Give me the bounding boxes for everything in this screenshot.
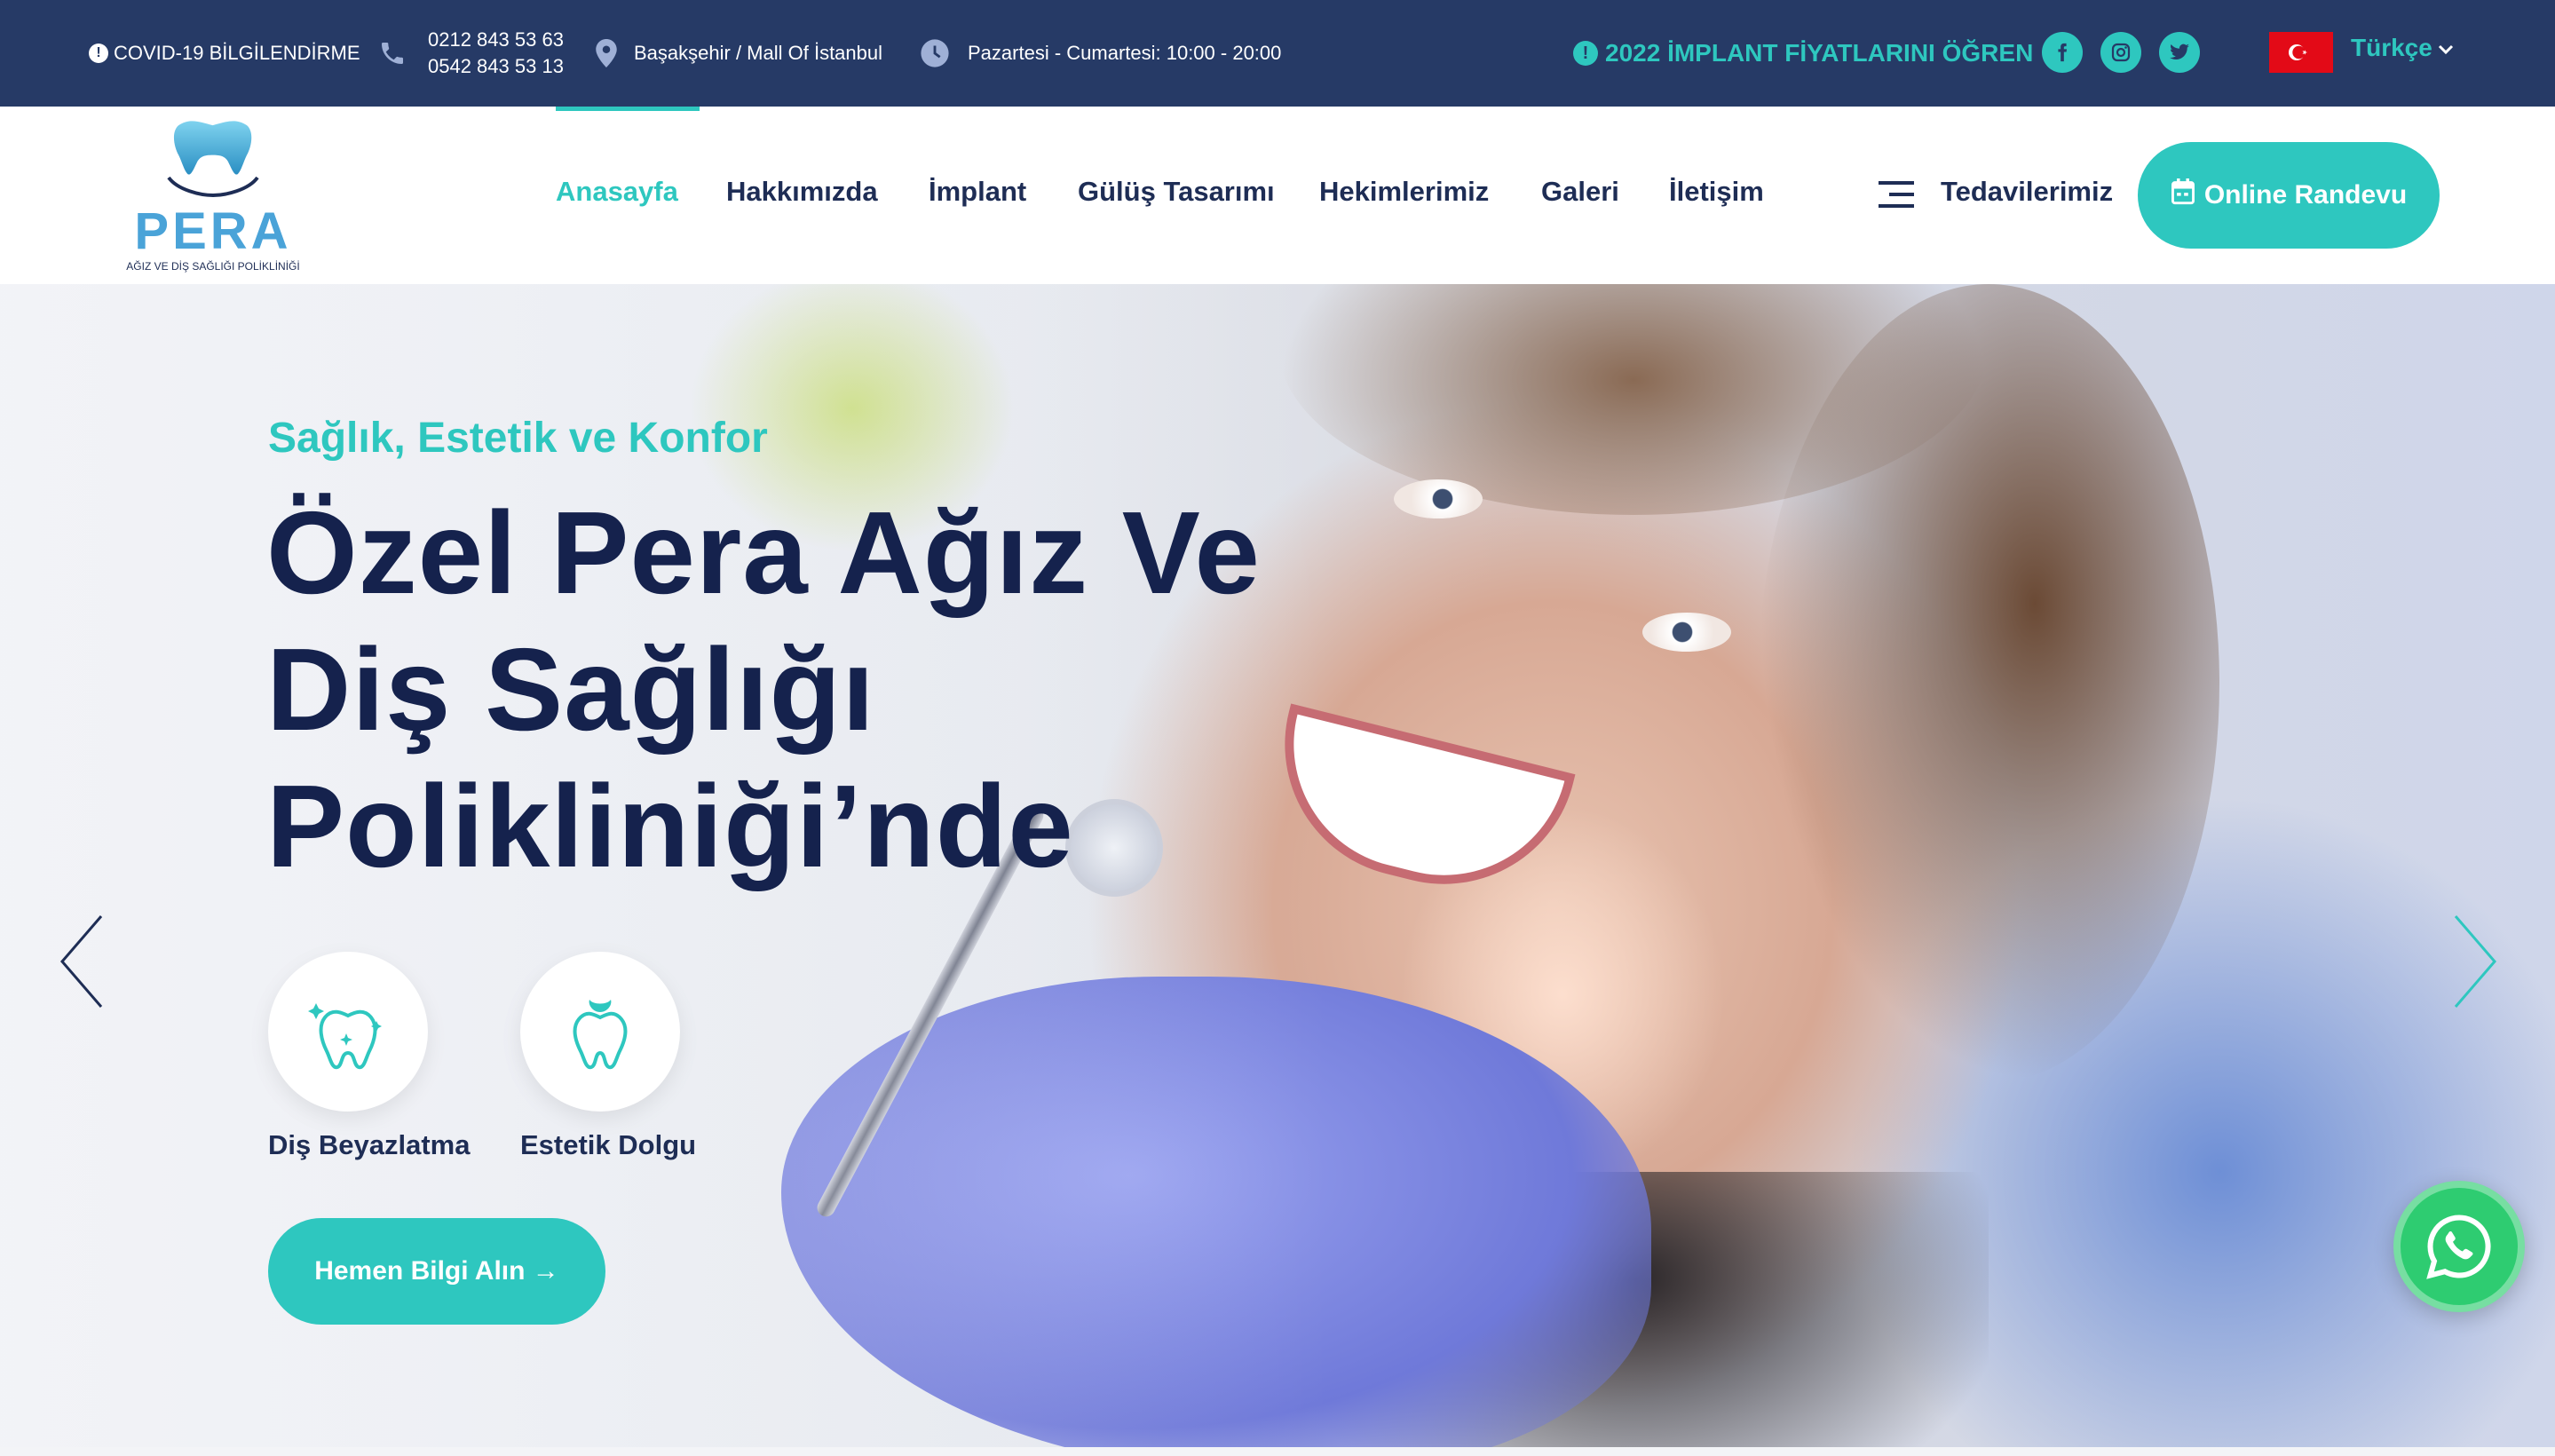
nav-item-galeri[interactable]: Galeri <box>1541 176 1619 208</box>
nav-item-hakkimizda[interactable]: Hakkımızda <box>726 176 878 208</box>
svg-text:AĞIZ VE DİŞ SAĞLIĞI POLİKLİNİĞ: AĞIZ VE DİŞ SAĞLIĞI POLİKLİNİĞİ <box>126 259 299 273</box>
feature-whitening-label: Diş Beyazlatma <box>268 1129 471 1160</box>
alert-icon: ! <box>1573 41 1598 66</box>
feature-whitening-icon[interactable] <box>268 952 428 1112</box>
hours-info: Pazartesi - Cumartesi: 10:00 - 20:00 <box>920 0 1281 107</box>
treatments-menu-button[interactable]: Tedavilerimiz <box>1941 176 2113 208</box>
hamburger-menu-icon[interactable] <box>1879 181 1918 208</box>
nav-item-iletisim[interactable]: İletişim <box>1669 176 1764 208</box>
feature-aesthetic-filling-icon[interactable] <box>520 952 680 1112</box>
hero-photo-eye <box>1642 613 1731 652</box>
turkish-flag-icon[interactable] <box>2269 32 2333 73</box>
nav-item-anasayfa[interactable]: Anasayfa <box>556 176 678 208</box>
online-appointment-button[interactable]: Online Randevu <box>2138 142 2440 249</box>
facebook-icon[interactable] <box>2042 32 2083 73</box>
slider-prev-arrow-icon[interactable] <box>57 913 107 1010</box>
twitter-icon[interactable] <box>2159 32 2200 73</box>
location-pin-icon <box>595 39 618 67</box>
tooth-logo-icon: PERA AĞIZ VE DİŞ SAĞLIĞI POLİKLİNİĞİ <box>126 121 300 273</box>
slider-next-arrow-icon[interactable] <box>2450 913 2500 1010</box>
location-info[interactable]: Başakşehir / Mall Of İstanbul <box>595 0 882 107</box>
online-appointment-label: Online Randevu <box>2203 180 2408 210</box>
phone-number-1[interactable]: 0212 843 53 63 <box>428 27 564 53</box>
page-bottom-strip <box>0 1447 2555 1456</box>
language-selector[interactable]: Türkçe <box>2351 34 2454 62</box>
nav-item-hekimlerimiz[interactable]: Hekimlerimiz <box>1319 176 1489 208</box>
location-label: Başakşehir / Mall Of İstanbul <box>634 42 883 64</box>
phone-number-2[interactable]: 0542 843 53 13 <box>428 53 564 80</box>
top-bar: ! COVID-19 BİLGİLENDİRME 0212 843 53 63 … <box>0 0 2555 107</box>
hero-headline: Özel Pera Ağız Ve Diş Sağlığı Polikliniğ… <box>266 487 1261 891</box>
pera-logo[interactable]: PERA AĞIZ VE DİŞ SAĞLIĞI POLİKLİNİĞİ <box>114 115 312 275</box>
nav-item-implant[interactable]: İmplant <box>929 176 1026 208</box>
feature-aesthetic-filling-label: Estetik Dolgu <box>520 1129 697 1160</box>
alert-icon: ! <box>89 44 108 63</box>
covid-info-link[interactable]: ! COVID-19 BİLGİLENDİRME <box>89 0 360 107</box>
phone-info[interactable]: 0212 843 53 63 0542 843 53 13 <box>378 0 564 107</box>
hours-label: Pazartesi - Cumartesi: 10:00 - 20:00 <box>968 42 1282 64</box>
svg-text:PERA: PERA <box>134 202 291 260</box>
phone-icon <box>378 39 407 67</box>
active-nav-indicator <box>556 107 700 111</box>
covid-label: COVID-19 BİLGİLENDİRME <box>114 42 360 64</box>
nav-item-gulus-tasarimi[interactable]: Gülüş Tasarımı <box>1078 176 1275 208</box>
chevron-down-icon <box>2438 34 2454 62</box>
implant-prices-label: 2022 İMPLANT FİYATLARINI ÖĞREN <box>1605 39 2034 67</box>
hero-kicker: Sağlık, Estetik ve Konfor <box>268 415 768 462</box>
get-info-button[interactable]: Hemen Bilgi Alın → <box>268 1218 605 1325</box>
clock-icon <box>920 38 950 68</box>
whatsapp-icon[interactable] <box>2393 1181 2525 1312</box>
instagram-icon[interactable] <box>2100 32 2141 73</box>
calendar-icon <box>2171 178 2195 212</box>
hero-photo-hair-side <box>1758 284 2219 1083</box>
language-label: Türkçe <box>2351 34 2432 61</box>
hero-slider: Sağlık, Estetik ve Konfor Özel Pera Ağız… <box>0 284 2555 1447</box>
implant-prices-link[interactable]: ! 2022 İMPLANT FİYATLARINI ÖĞREN <box>1573 0 2033 107</box>
